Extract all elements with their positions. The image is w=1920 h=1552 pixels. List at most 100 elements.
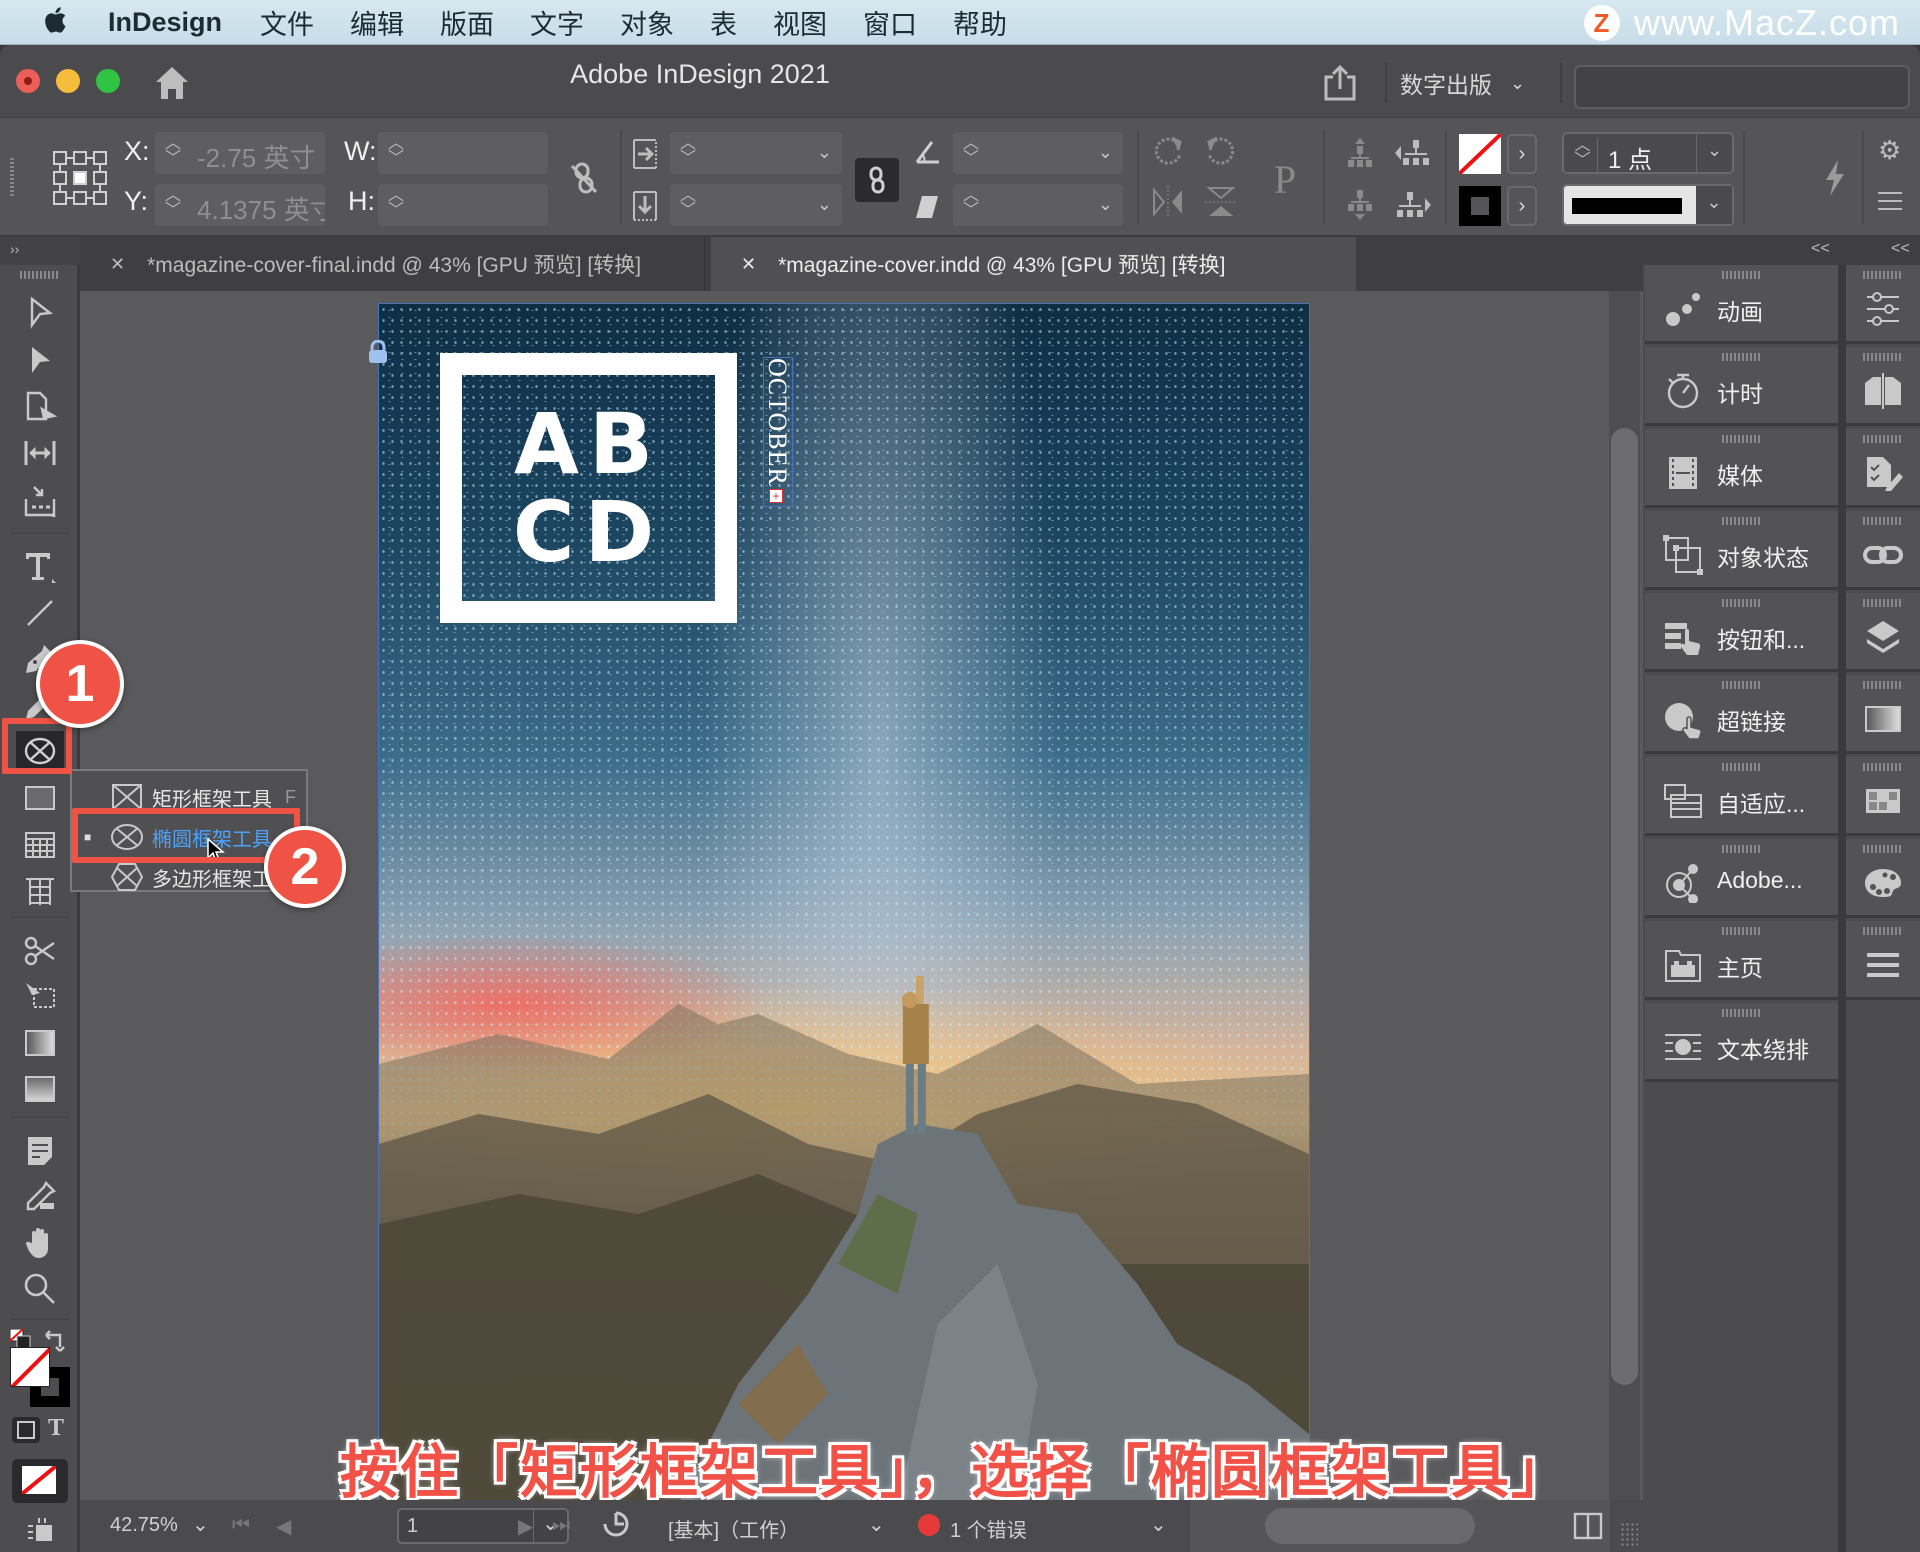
height-field[interactable]: ︿ ﹀	[378, 184, 548, 226]
panel-grip[interactable]	[1721, 681, 1762, 689]
selection-tool-icon[interactable]	[16, 293, 64, 333]
panel-grip[interactable]	[1863, 517, 1903, 525]
gradient-swatch-tool-icon[interactable]	[16, 1023, 64, 1063]
free-transform-tool-icon[interactable]	[16, 977, 64, 1017]
magazine-logo-frame[interactable]: AB CD	[440, 353, 737, 623]
panel-layers[interactable]	[1846, 593, 1920, 672]
panel-liquid-layout[interactable]: 自适应...	[1645, 757, 1838, 836]
vertical-scrollbar-thumb[interactable]	[1611, 428, 1638, 1385]
stepper-icon[interactable]: ︿ ﹀	[959, 188, 983, 219]
panel-grip[interactable]	[1863, 927, 1903, 935]
select-next-object-icon[interactable]	[1393, 188, 1433, 222]
flip-horizontal-icon[interactable]	[1150, 184, 1186, 220]
formatting-affects-text-icon[interactable]: T	[48, 1415, 70, 1443]
path-text-p-icon[interactable]: P	[1260, 150, 1310, 210]
gap-tool-icon[interactable]	[16, 433, 64, 473]
panel-menu-icon[interactable]	[1876, 190, 1904, 212]
chevron-down-icon[interactable]: ⌄	[817, 142, 832, 163]
stepper-icon[interactable]: ︿ ﹀	[676, 188, 700, 219]
gear-icon[interactable]: ⚙	[1878, 137, 1902, 163]
share-icon[interactable]	[1320, 63, 1360, 103]
screen-mode-icon[interactable]	[26, 1517, 56, 1543]
close-tab-icon[interactable]: ✕	[741, 254, 756, 275]
panel-grip[interactable]	[1721, 353, 1762, 361]
panel-grip[interactable]	[1721, 845, 1762, 853]
stroke-menu-button[interactable]: ›	[1507, 186, 1537, 226]
panel-gradient[interactable]	[1846, 675, 1920, 754]
constrain-scale-button[interactable]	[855, 158, 899, 202]
panel-text-wrap[interactable]: 文本绕排	[1645, 1003, 1838, 1082]
panel-grip[interactable]	[1721, 271, 1762, 279]
menu-table[interactable]: 表	[710, 3, 737, 42]
line-tool-icon[interactable]	[16, 593, 64, 633]
menu-view[interactable]: 视图	[773, 3, 827, 42]
menu-object[interactable]: 对象	[620, 3, 674, 42]
panel-grip[interactable]	[1721, 435, 1762, 443]
reference-point-icon[interactable]	[52, 150, 108, 206]
stroke-swatch[interactable]	[1459, 186, 1501, 226]
panel-grip[interactable]	[1863, 271, 1903, 279]
panel-grip[interactable]	[1721, 517, 1762, 525]
menu-window[interactable]: 窗口	[863, 3, 917, 42]
chevron-down-icon[interactable]: ⌄	[1098, 142, 1113, 163]
menu-indesign[interactable]: InDesign	[108, 7, 222, 38]
stepper-icon[interactable]: ︿ ﹀	[161, 136, 185, 167]
table-tool-icon[interactable]	[16, 825, 64, 865]
tab-magazine-cover-final[interactable]: ✕ *magazine-cover-final.indd @ 43% [GPU …	[80, 237, 705, 291]
panel-links[interactable]	[1846, 511, 1920, 590]
stroke-type-select[interactable]: ⌄	[1562, 184, 1734, 226]
document-page[interactable]: AB CD OCTOBER +	[378, 303, 1310, 1505]
panel-grip[interactable]	[1721, 763, 1762, 771]
panel-grip[interactable]	[1863, 845, 1903, 853]
fill-swatch-none[interactable]	[1459, 134, 1501, 174]
resize-grip[interactable]	[1620, 1522, 1638, 1546]
vertical-month-text[interactable]: OCTOBER	[763, 357, 793, 507]
panel-grip[interactable]	[1863, 435, 1903, 443]
page-number-field[interactable]: 1 ⌄	[397, 1508, 569, 1544]
first-page-icon[interactable]: ⏮	[232, 1514, 250, 1537]
panel-tags[interactable]	[1846, 429, 1920, 508]
stroke-weight-field[interactable]: ︿ ﹀ 1 点 ⌄	[1562, 132, 1734, 174]
panel-timing[interactable]: 计时	[1645, 347, 1838, 426]
apple-logo-icon[interactable]	[40, 5, 74, 39]
zoom-tool-icon[interactable]	[16, 1269, 64, 1309]
panel-grip[interactable]	[1863, 599, 1903, 607]
panel-menu[interactable]	[1846, 921, 1920, 1000]
chevron-down-icon[interactable]: ⌄	[192, 1512, 209, 1537]
panel-color-themes[interactable]	[1846, 839, 1920, 918]
column-table-tool-icon[interactable]	[16, 871, 64, 911]
stepper-icon[interactable]: ︿ ﹀	[384, 136, 408, 167]
preflight-icon[interactable]	[602, 1510, 630, 1538]
menu-file[interactable]: 文件	[260, 3, 314, 42]
stepper-icon[interactable]: ︿ ﹀	[161, 188, 185, 219]
next-page-icon[interactable]: ▶	[518, 1514, 533, 1539]
constrain-proportions-icon[interactable]	[568, 160, 600, 196]
stepper-icon[interactable]: ︿ ﹀	[676, 136, 700, 167]
panel-animation[interactable]: 动画	[1645, 265, 1838, 344]
rotate-counterclockwise-icon[interactable]	[1203, 132, 1239, 168]
select-previous-object-icon[interactable]	[1393, 136, 1433, 170]
rectangle-tool-icon[interactable]	[16, 777, 64, 817]
note-tool-icon[interactable]	[16, 1131, 64, 1171]
collapse-panels-icon[interactable]: <<	[1811, 240, 1830, 258]
chevron-down-icon[interactable]: ⌄	[1696, 186, 1732, 224]
chevron-down-icon[interactable]: ⌄	[1150, 1512, 1167, 1537]
panel-hyperlinks[interactable]: 超链接	[1645, 675, 1838, 754]
lock-icon[interactable]	[367, 339, 389, 364]
overset-text-icon[interactable]: +	[769, 489, 783, 503]
panel-grip[interactable]	[1721, 599, 1762, 607]
panel-grip[interactable]	[1863, 353, 1903, 361]
y-position-field[interactable]: ︿ ﹀ 4.1375 英寸	[155, 184, 325, 226]
dock-divider[interactable]	[1838, 265, 1846, 1552]
panel-swatches[interactable]	[1846, 757, 1920, 836]
select-container-icon[interactable]	[1343, 136, 1377, 170]
horizontal-scrollbar-thumb[interactable]	[1265, 1508, 1475, 1544]
formatting-affects-container-icon[interactable]	[12, 1417, 40, 1443]
panel-pages[interactable]	[1846, 347, 1920, 426]
eyedropper-tool-icon[interactable]	[16, 1177, 64, 1217]
select-content-icon[interactable]	[1343, 188, 1377, 222]
menu-help[interactable]: 帮助	[953, 3, 1007, 42]
menu-edit[interactable]: 编辑	[350, 3, 404, 42]
type-tool-icon[interactable]	[16, 547, 64, 587]
rotate-clockwise-icon[interactable]	[1150, 132, 1186, 168]
